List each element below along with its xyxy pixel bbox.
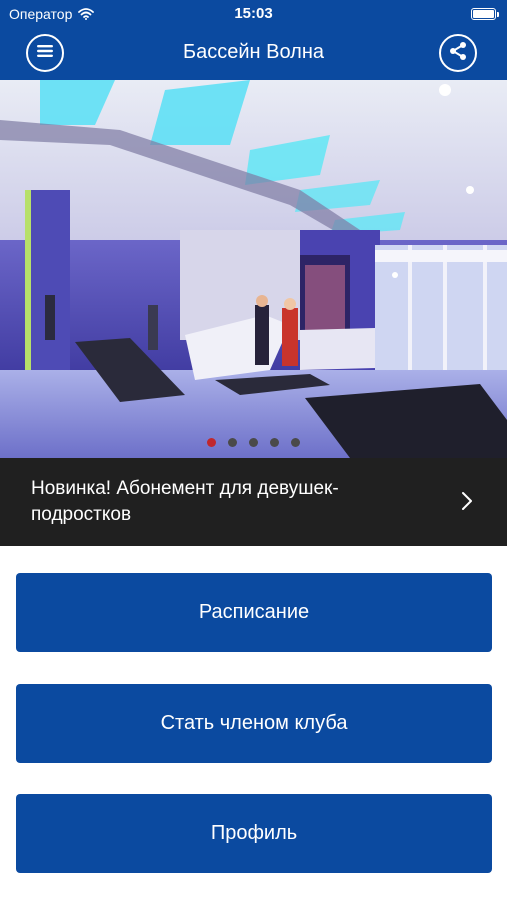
page-dot[interactable] bbox=[291, 438, 300, 447]
share-icon bbox=[448, 41, 468, 66]
navigation-bar: Бассейн Волна bbox=[0, 28, 507, 80]
page-dot[interactable] bbox=[228, 438, 237, 447]
chevron-right-icon bbox=[461, 491, 473, 516]
page-dot[interactable] bbox=[249, 438, 258, 447]
pool-lobby-photo bbox=[0, 80, 507, 458]
battery-level bbox=[473, 10, 494, 18]
profile-button[interactable]: Профиль bbox=[16, 794, 492, 873]
join-club-button[interactable]: Стать членом клуба bbox=[16, 684, 492, 763]
schedule-button[interactable]: Расписание bbox=[16, 573, 492, 652]
carousel-page-indicator[interactable] bbox=[0, 438, 507, 447]
battery-icon bbox=[471, 8, 499, 20]
app-header: Оператор 15:03 Бассейн Волна bbox=[0, 0, 507, 80]
page-dot[interactable] bbox=[270, 438, 279, 447]
news-caption: Новинка! Абонемент для девушек-подростко… bbox=[31, 478, 339, 525]
carousel-image[interactable] bbox=[0, 80, 507, 458]
share-button[interactable] bbox=[439, 34, 477, 72]
status-bar: Оператор 15:03 bbox=[0, 0, 507, 28]
news-banner[interactable]: Новинка! Абонемент для девушек-подростко… bbox=[0, 458, 507, 546]
status-time: 15:03 bbox=[234, 5, 273, 22]
page-title: Бассейн Волна bbox=[182, 41, 324, 63]
page-dot[interactable] bbox=[207, 438, 216, 447]
